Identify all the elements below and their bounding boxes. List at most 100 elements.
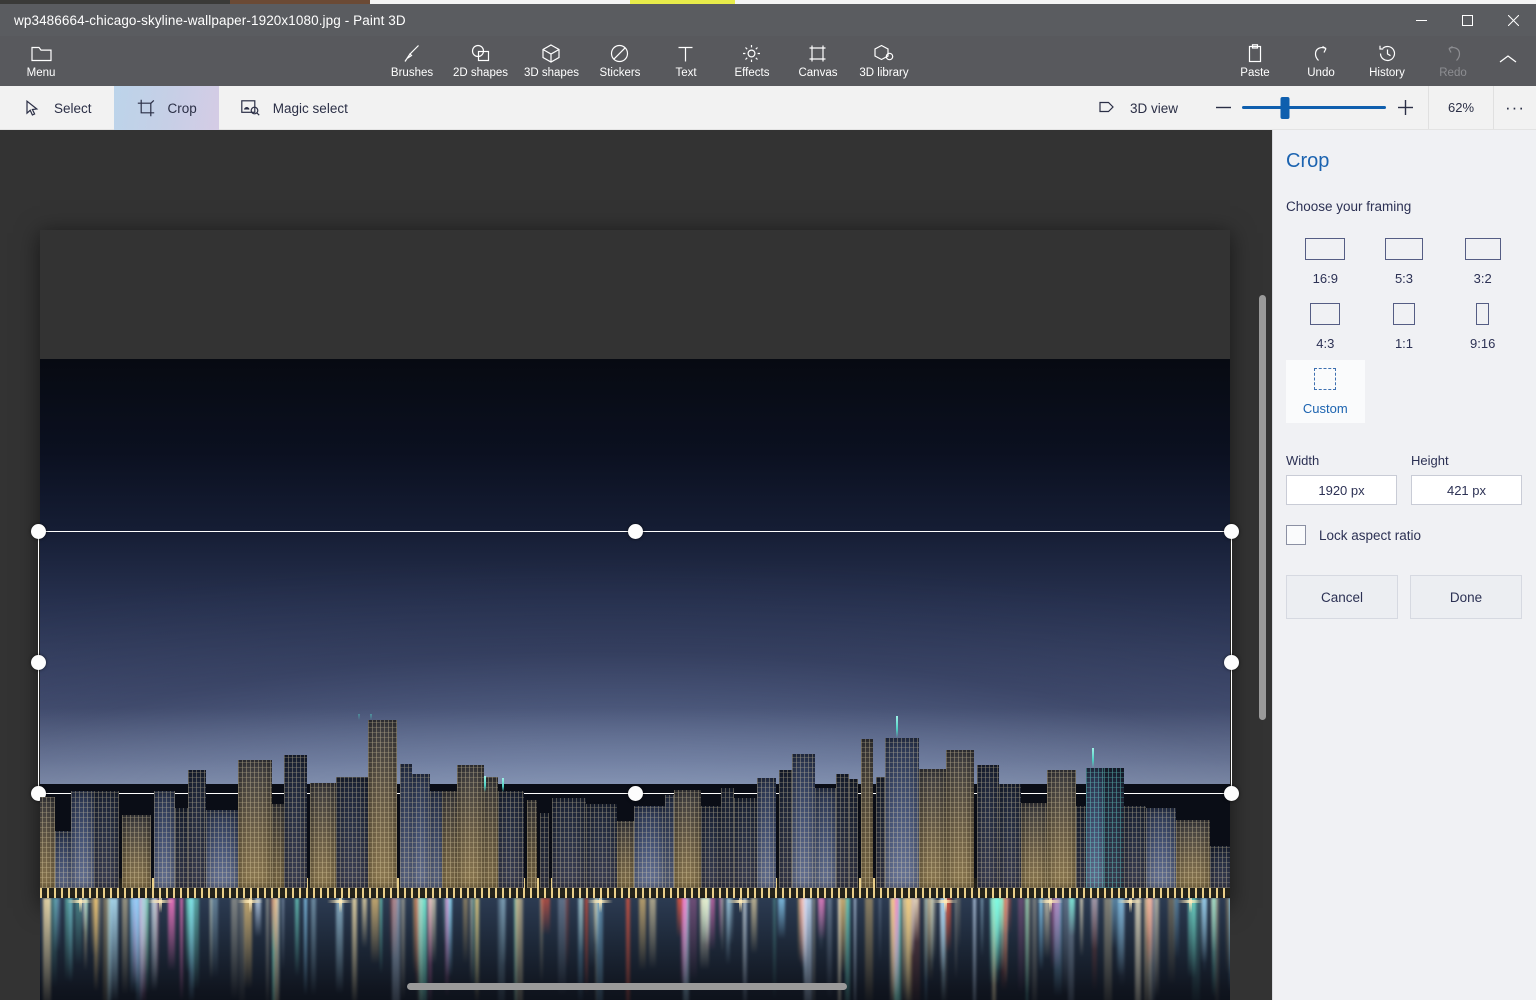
water-reflection (854, 898, 857, 1000)
water-reflection (277, 898, 280, 1000)
water-reflection (912, 898, 920, 942)
stickers-button[interactable]: Stickers (587, 36, 653, 86)
width-input[interactable]: 1920 px (1286, 475, 1397, 505)
aspect-ratio-shape-icon (1305, 238, 1346, 260)
water-reflection (1032, 898, 1038, 1000)
undo-icon (1312, 44, 1331, 64)
undo-button[interactable]: Undo (1288, 36, 1354, 86)
shore-light-flare (67, 898, 93, 914)
width-field-group: Width 1920 px (1286, 453, 1397, 505)
done-button[interactable]: Done (1410, 575, 1522, 619)
water-reflection (878, 898, 882, 963)
water-reflection (303, 898, 307, 997)
tower-antenna (502, 778, 504, 793)
aspect-ratio-shape-icon (1310, 303, 1341, 325)
water-reflection (1068, 898, 1076, 937)
artboard[interactable] (40, 359, 1230, 1000)
shore-light-flare (587, 898, 613, 914)
width-label: Width (1286, 453, 1320, 468)
lock-aspect-ratio-row[interactable]: Lock aspect ratio (1286, 525, 1522, 545)
canvas-button[interactable]: Canvas (785, 36, 851, 86)
redo-button[interactable]: Redo (1420, 36, 1486, 86)
zoom-slider-thumb[interactable] (1280, 96, 1290, 119)
canvas-area[interactable] (0, 130, 1272, 1000)
framing-option-9-16[interactable]: 9:16 (1443, 295, 1522, 358)
water-reflection (427, 898, 436, 965)
zoom-slider[interactable] (1242, 86, 1386, 130)
framing-option-label: 5:3 (1394, 271, 1414, 286)
3d-library-button[interactable]: 3D library (851, 36, 917, 86)
vertical-scrollbar[interactable] (1259, 295, 1266, 720)
tab-select[interactable]: Select (0, 86, 114, 130)
framing-option-16-9[interactable]: 16:9 (1286, 230, 1365, 293)
framing-option-1-1[interactable]: 1:1 (1365, 295, 1444, 358)
tab-crop-label: Crop (167, 100, 197, 116)
library-icon (874, 44, 894, 64)
building (919, 769, 946, 889)
text-button[interactable]: Text (653, 36, 719, 86)
cancel-button[interactable]: Cancel (1286, 575, 1398, 619)
zoom-in-button[interactable] (1386, 86, 1424, 130)
more-options-button[interactable]: ··· (1494, 86, 1536, 129)
brush-icon (403, 44, 422, 64)
paste-button[interactable]: Paste (1222, 36, 1288, 86)
water-reflection (927, 898, 936, 963)
water-reflection (103, 898, 111, 1000)
framing-option-5-3[interactable]: 5:3 (1365, 230, 1444, 293)
water-reflection (750, 898, 757, 955)
dimensions-row: Width 1920 px Height 421 px (1286, 453, 1522, 505)
building (792, 754, 815, 889)
water-reflection (839, 898, 847, 974)
tab-magic-select[interactable]: Magic select (219, 86, 370, 130)
building (876, 777, 885, 889)
history-button[interactable]: History (1354, 36, 1420, 86)
brushes-button[interactable]: Brushes (379, 36, 445, 86)
building (586, 804, 617, 889)
water-reflection (168, 898, 175, 972)
maximize-button[interactable] (1444, 4, 1490, 36)
clipboard-icon (1247, 44, 1263, 64)
tab-select-label: Select (54, 100, 92, 116)
building (836, 773, 849, 889)
height-input[interactable]: 421 px (1411, 475, 1522, 505)
2d-shapes-button[interactable]: 2D shapes (445, 36, 516, 86)
building (55, 831, 71, 889)
menu-button[interactable]: Menu (8, 36, 74, 86)
building (238, 759, 272, 889)
framing-option-3-2[interactable]: 3:2 (1443, 230, 1522, 293)
water-reflection (294, 898, 299, 977)
building (1076, 806, 1086, 889)
water-reflection (639, 898, 647, 972)
panel-subtitle: Choose your framing (1286, 199, 1412, 214)
horizontal-scrollbar[interactable] (407, 983, 847, 990)
water-reflection (957, 898, 961, 949)
tower-antenna (896, 716, 898, 739)
water-reflection (254, 898, 261, 937)
building (1210, 845, 1230, 889)
zoom-percent[interactable]: 62% (1428, 86, 1494, 129)
3d-view-toggle[interactable]: 3D view (1076, 86, 1200, 130)
tab-crop[interactable]: Crop (113, 86, 219, 130)
building (1086, 768, 1104, 889)
lock-aspect-ratio-checkbox[interactable] (1286, 525, 1306, 545)
minimize-button[interactable] (1398, 4, 1444, 36)
building (861, 738, 873, 889)
aspect-ratio-shape-icon (1392, 303, 1415, 325)
history-label: History (1369, 66, 1405, 79)
framing-option-custom[interactable]: Custom (1286, 360, 1365, 423)
building (206, 809, 238, 889)
3d-shapes-button[interactable]: 3D shapes (516, 36, 587, 86)
city-skyline-buildings (40, 714, 1230, 889)
water-reflection (777, 898, 786, 939)
effects-button[interactable]: Effects (719, 36, 785, 86)
close-button[interactable] (1490, 4, 1536, 36)
zoom-out-button[interactable] (1204, 86, 1242, 130)
building (527, 799, 537, 889)
framing-option-4-3[interactable]: 4:3 (1286, 295, 1365, 358)
zoom-slider-track (1242, 106, 1386, 109)
aspect-ratio-shape-icon (1476, 303, 1490, 325)
collapse-ribbon-button[interactable] (1486, 36, 1530, 86)
building (552, 797, 586, 889)
water-reflection (1173, 898, 1179, 960)
building (1047, 770, 1076, 889)
